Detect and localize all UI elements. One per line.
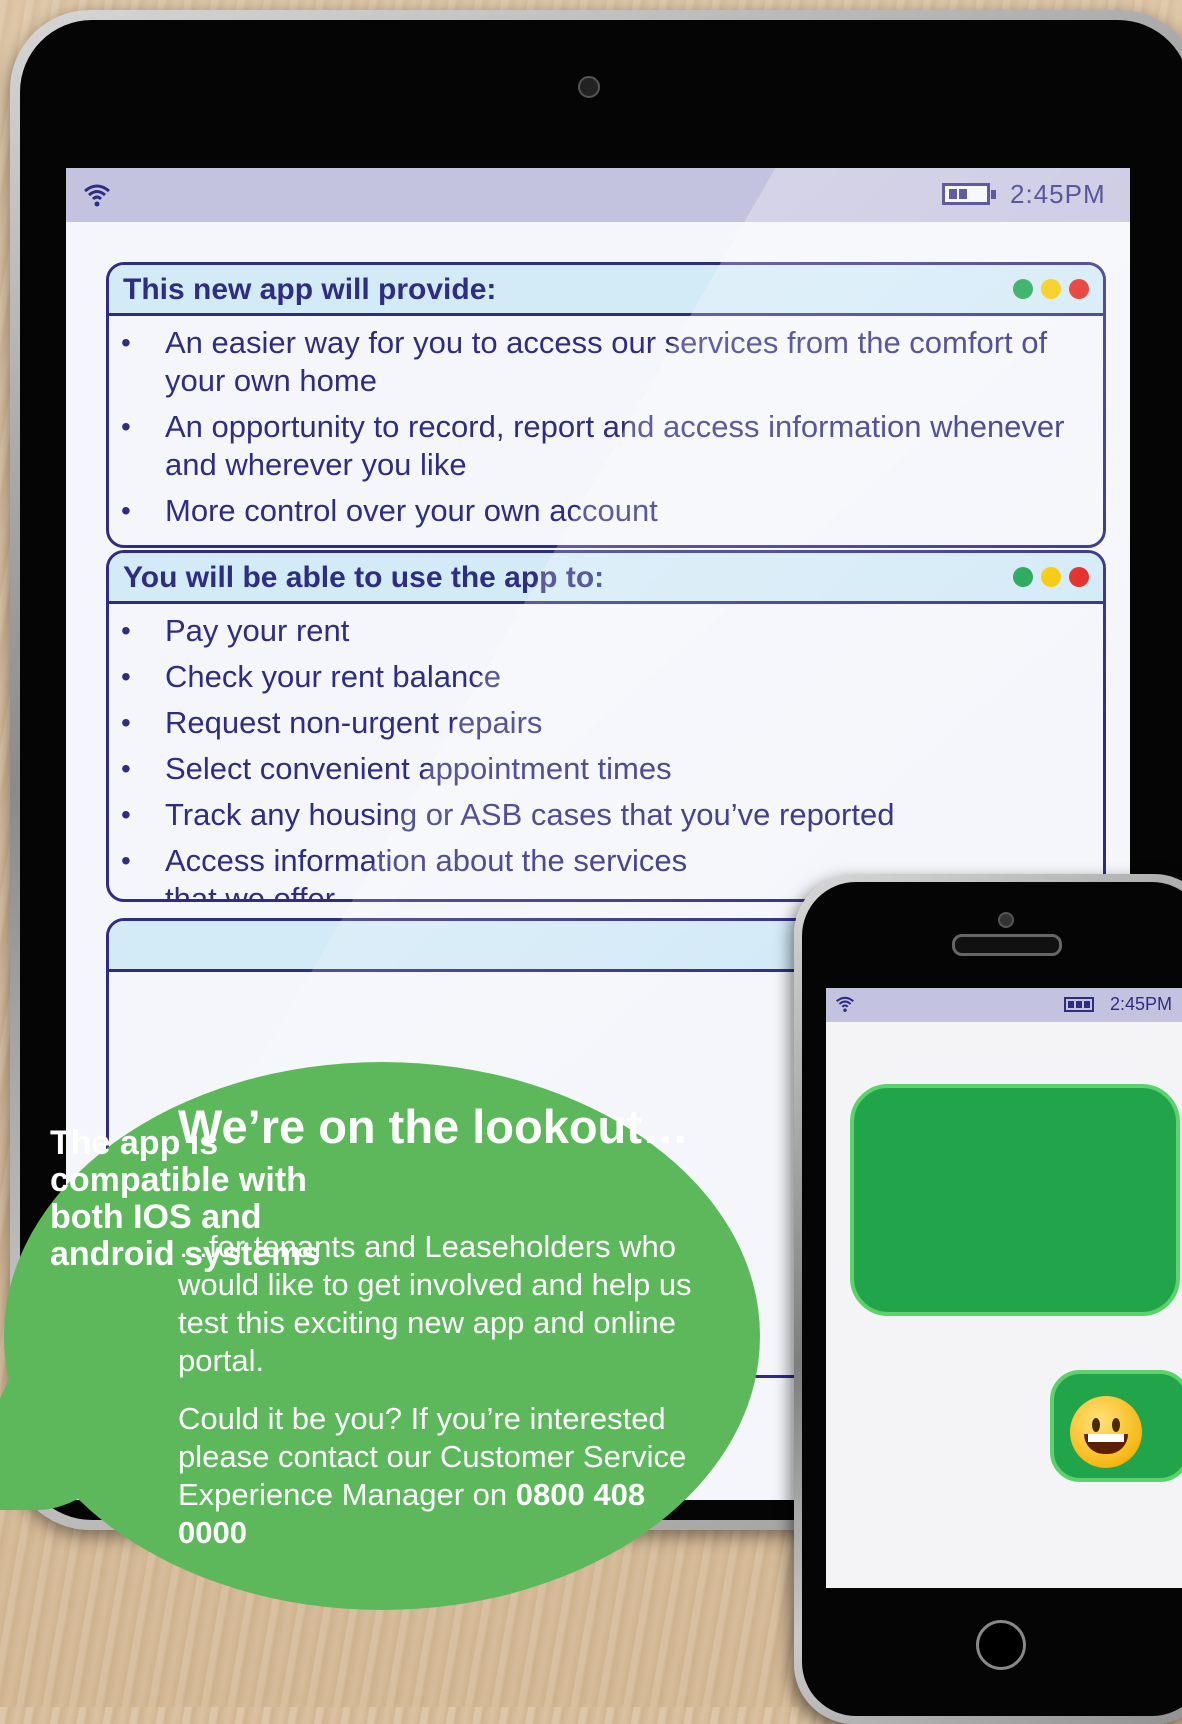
- list-item: More control over your own account: [121, 492, 1103, 530]
- red-dot-icon: [1069, 279, 1089, 299]
- battery-icon: [1064, 997, 1094, 1012]
- yellow-dot-icon: [1041, 279, 1061, 299]
- card-title: You will be able to use the app to:: [123, 561, 605, 594]
- phone-screen: 2:45PM: [826, 988, 1182, 1588]
- phone-speaker: [952, 934, 1062, 956]
- green-dot-icon: [1013, 567, 1033, 587]
- home-button[interactable]: [976, 1620, 1026, 1670]
- green-dot-icon: [1013, 279, 1033, 299]
- window-dots: [1013, 279, 1089, 299]
- card-title: This new app will provide:: [123, 273, 497, 306]
- list-item: An opportunity to record, report and acc…: [121, 408, 1103, 484]
- tablet-camera: [578, 76, 600, 98]
- smiley-icon: [1070, 1396, 1142, 1468]
- list-item: Request non-urgent repairs: [121, 704, 1103, 742]
- list-item: An easier way for you to access our serv…: [121, 324, 1103, 400]
- wifi-icon: [82, 182, 112, 213]
- phone-status-bar: 2:45PM: [826, 988, 1182, 1022]
- status-bar: 2:45PM: [66, 168, 1130, 222]
- uses-list: Pay your rent Check your rent balance Re…: [109, 604, 1103, 899]
- list-item: Select convenient appointment times: [121, 750, 1103, 788]
- phone-status-time: 2:45PM: [1110, 994, 1173, 1014]
- status-time: 2:45PM: [1010, 179, 1106, 209]
- list-item: Check your rent balance: [121, 658, 1103, 696]
- phone-camera: [998, 912, 1014, 928]
- features-list: An easier way for you to access our serv…: [109, 316, 1103, 530]
- battery-icon: [942, 183, 996, 205]
- features-card: This new app will provide: An easier way…: [106, 262, 1106, 548]
- wifi-icon: [834, 995, 856, 1018]
- window-dots: [1013, 567, 1089, 587]
- message-bubble: [850, 1084, 1180, 1316]
- card-header: You will be able to use the app to:: [109, 553, 1103, 604]
- list-item: Access information about the services th…: [121, 842, 745, 899]
- red-dot-icon: [1069, 567, 1089, 587]
- uses-card: You will be able to use the app to: Pay …: [106, 550, 1106, 902]
- card-header: This new app will provide:: [109, 265, 1103, 316]
- yellow-dot-icon: [1041, 567, 1061, 587]
- list-item: Track any housing or ASB cases that you’…: [121, 796, 1103, 834]
- message-text: The app is compatible with both IOS and …: [50, 1124, 321, 1273]
- bubble-contact: Could it be you? If you’re interested pl…: [178, 1400, 718, 1552]
- list-item: Pay your rent: [121, 612, 1103, 650]
